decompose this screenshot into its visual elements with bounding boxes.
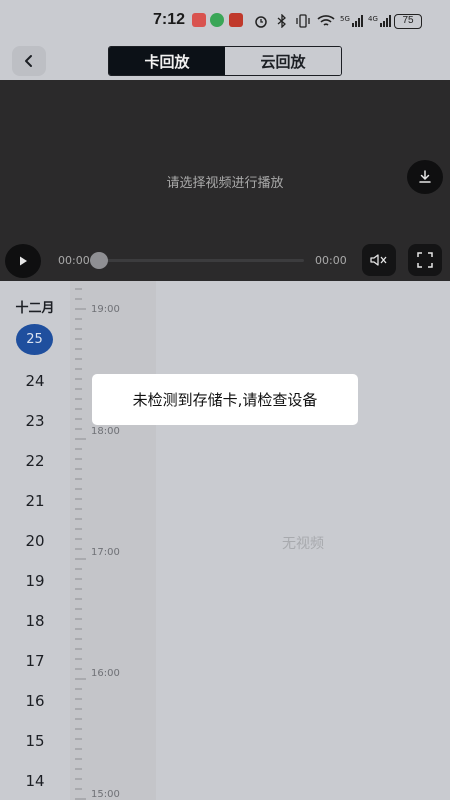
hour-label: 18:00 (91, 426, 120, 437)
top-bar: 卡回放 云回放 (0, 42, 450, 80)
wechat-icon (210, 13, 224, 27)
hour-label: 16:00 (91, 668, 120, 679)
hour-label: 17:00 (91, 547, 120, 558)
alarm-icon (255, 16, 267, 28)
status-time: 7:12 (153, 11, 186, 28)
wifi-icon (317, 15, 335, 26)
play-icon (20, 256, 27, 266)
tab-cloud-playback[interactable]: 云回放 (225, 47, 341, 75)
news-app-icon (229, 13, 243, 27)
day-item[interactable]: 18 (0, 612, 70, 630)
battery-indicator: 75 (394, 14, 422, 29)
video-list-area: 无视频 (156, 281, 450, 800)
month-label: 十二月 (15, 301, 55, 316)
day-item[interactable]: 21 (0, 492, 70, 510)
toast-message: 未检测到存储卡,请检查设备 (92, 374, 358, 425)
weibo-icon (192, 13, 206, 27)
current-time: 00:00 (58, 254, 90, 267)
vibrate-icon (296, 14, 310, 28)
download-icon (419, 170, 431, 183)
play-button[interactable] (5, 244, 41, 278)
bluetooth-icon (277, 14, 286, 28)
day-item[interactable]: 23 (0, 412, 70, 430)
signal-5g-icon: 5G (340, 15, 363, 27)
progress-track[interactable] (99, 259, 304, 262)
selected-day[interactable]: 25 (16, 324, 53, 355)
svg-text:4G: 4G (368, 15, 378, 23)
back-button[interactable] (12, 46, 46, 76)
day-item[interactable]: 17 (0, 652, 70, 670)
video-player[interactable]: 请选择视频进行播放 00:00 00:00 (0, 80, 450, 281)
timeline-ruler[interactable]: 19:00 18:00 17:00 16:00 15:00 (70, 281, 156, 800)
tab-card-playback[interactable]: 卡回放 (109, 47, 225, 75)
speaker-muted-icon (370, 254, 387, 266)
day-item[interactable]: 20 (0, 532, 70, 550)
signal-4g-icon: 4G (368, 15, 391, 27)
playback-source-switch: 卡回放 云回放 (108, 46, 342, 76)
date-list: 十二月 25 24 23 22 21 20 19 18 17 16 15 14 (0, 281, 70, 800)
total-time: 00:00 (315, 254, 347, 267)
fullscreen-icon (417, 252, 433, 268)
status-bar: 7:12 5G 4G 75 (0, 0, 450, 42)
player-hint: 请选择视频进行播放 (166, 176, 284, 191)
chevron-left-icon (25, 55, 32, 67)
download-button[interactable] (407, 160, 443, 194)
day-item[interactable]: 19 (0, 572, 70, 590)
day-item[interactable]: 24 (0, 372, 70, 390)
empty-state-text: 无视频 (282, 536, 324, 552)
fullscreen-button[interactable] (408, 244, 442, 276)
progress-handle[interactable] (90, 252, 108, 269)
day-item[interactable]: 16 (0, 692, 70, 710)
mute-button[interactable] (362, 244, 396, 276)
day-item[interactable]: 22 (0, 452, 70, 470)
day-item[interactable]: 15 (0, 732, 70, 750)
hour-label: 19:00 (91, 304, 120, 315)
hour-label: 15:00 (91, 789, 120, 800)
timeline-ticks (75, 288, 86, 800)
svg-text:5G: 5G (340, 15, 350, 23)
day-item[interactable]: 14 (0, 772, 70, 790)
